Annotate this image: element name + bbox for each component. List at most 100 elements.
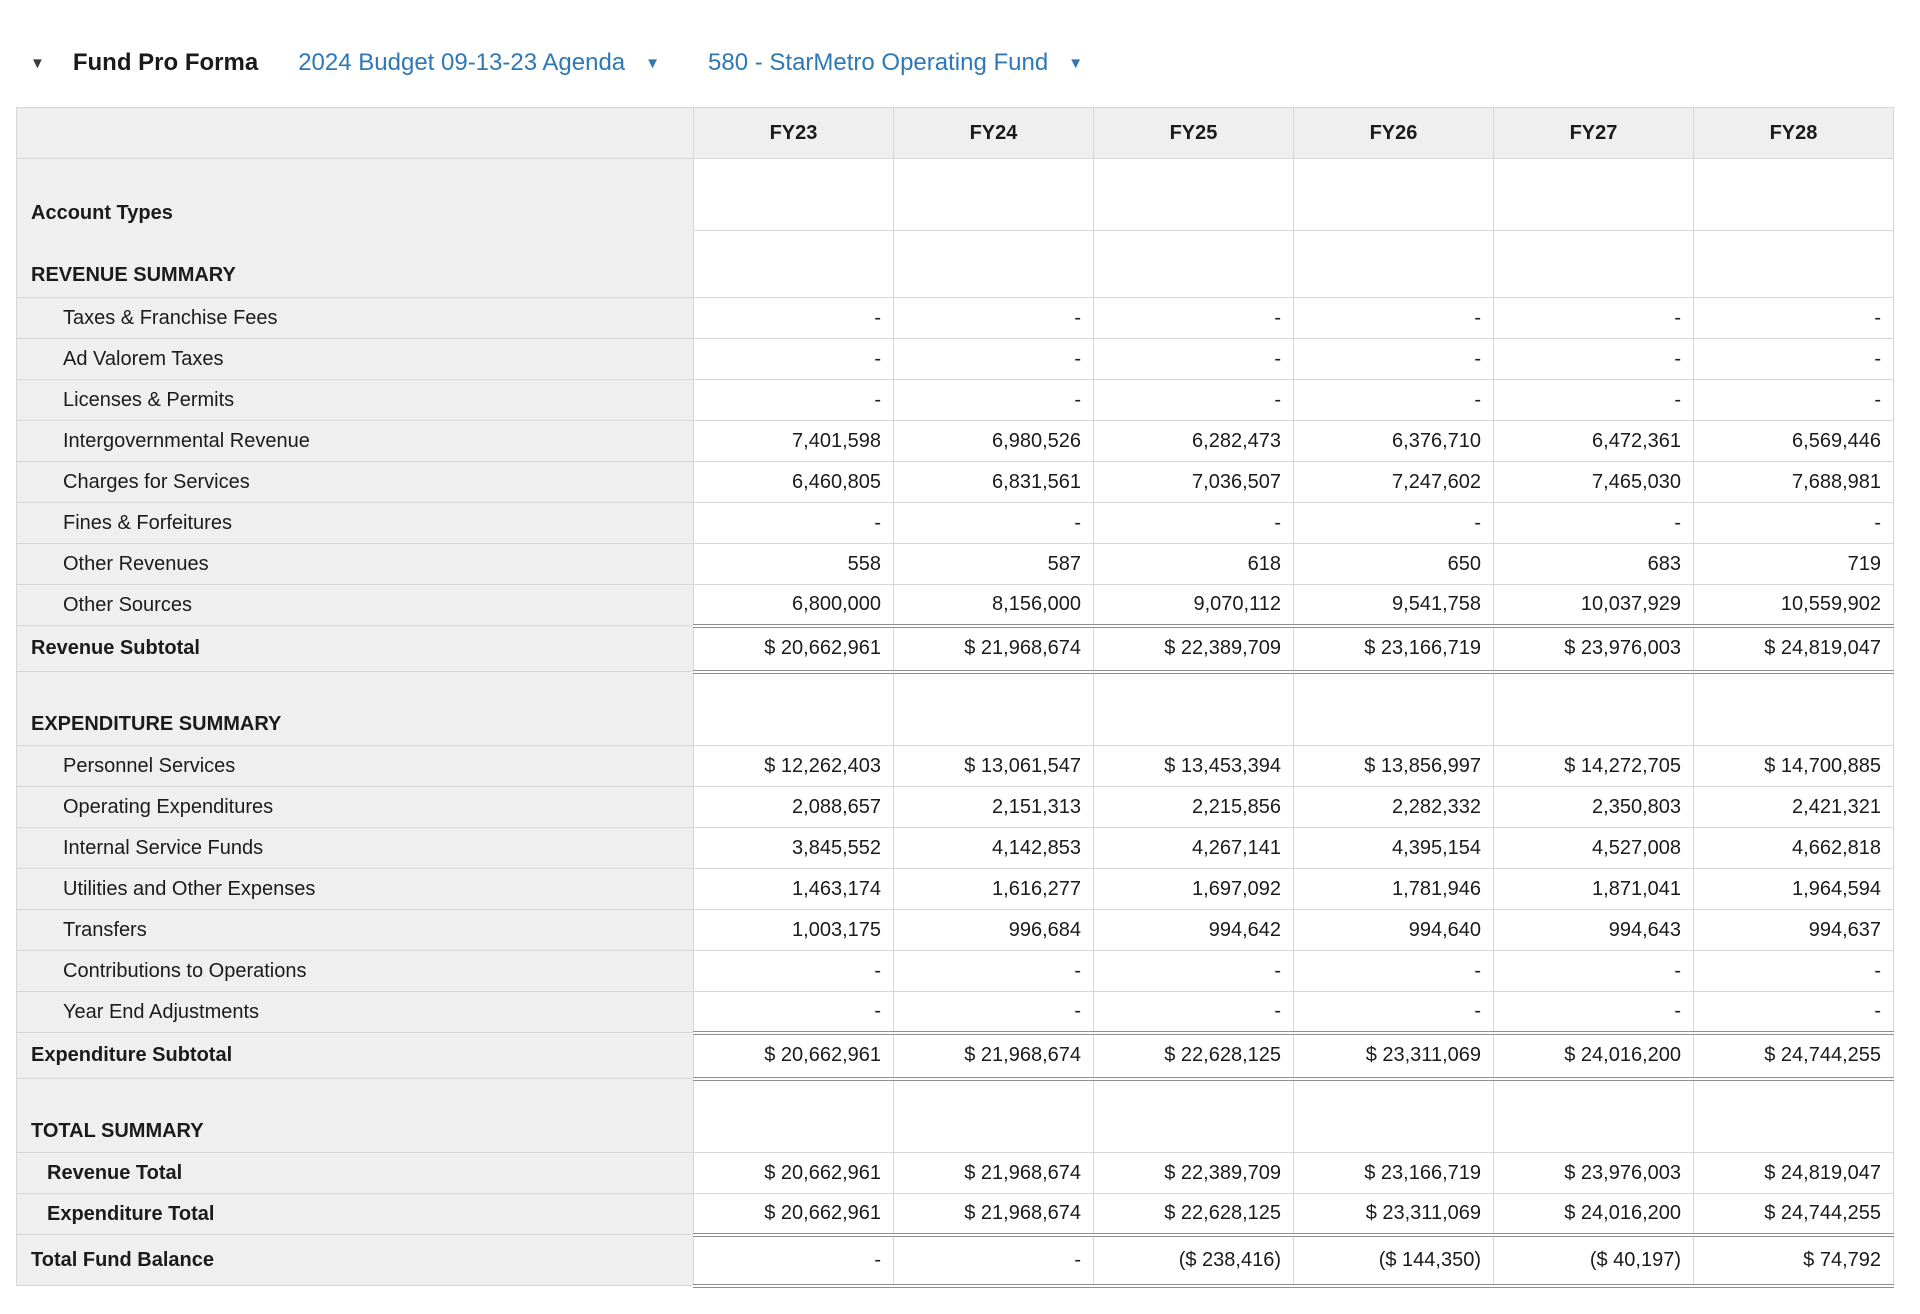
- column-header: FY25: [1094, 108, 1294, 159]
- budget-cycle-dropdown[interactable]: 2024 Budget 09-13-23 Agenda ▼: [298, 48, 660, 78]
- cell-value: [1094, 159, 1294, 231]
- row-label: Other Sources: [17, 585, 694, 626]
- cell-value: $ 21,968,674: [894, 1033, 1094, 1079]
- cell-value: -: [1294, 339, 1494, 380]
- cell-value: 2,088,657: [694, 787, 894, 828]
- row-label: Other Revenues: [17, 544, 694, 585]
- cell-value: $ 24,744,255: [1694, 1033, 1894, 1079]
- cell-value: $ 23,311,069: [1294, 1194, 1494, 1235]
- cell-value: $ 20,662,961: [694, 1194, 894, 1235]
- row-label: Personnel Services: [17, 746, 694, 787]
- cell-value: $ 21,968,674: [894, 626, 1094, 672]
- cell-value: 4,662,818: [1694, 828, 1894, 869]
- cell-value: 2,350,803: [1494, 787, 1694, 828]
- cell-value: $ 22,389,709: [1094, 1153, 1294, 1194]
- table-row: Revenue Total$ 20,662,961$ 21,968,674$ 2…: [17, 1153, 1894, 1194]
- cell-value: -: [694, 992, 894, 1033]
- cell-value: [1694, 1079, 1894, 1153]
- cell-value: -: [1294, 503, 1494, 544]
- cell-value: $ 22,628,125: [1094, 1194, 1294, 1235]
- cell-value: [1094, 1079, 1294, 1153]
- table-row: Utilities and Other Expenses1,463,1741,6…: [17, 869, 1894, 910]
- table-header-row: FY23 FY24 FY25 FY26 FY27 FY28: [17, 108, 1894, 159]
- table-row: Other Revenues558587618650683719: [17, 544, 1894, 585]
- fund-dropdown[interactable]: 580 - StarMetro Operating Fund ▼: [708, 48, 1083, 78]
- cell-value: [894, 231, 1094, 298]
- cell-value: $ 24,744,255: [1694, 1194, 1894, 1235]
- table-row: Intergovernmental Revenue7,401,5986,980,…: [17, 421, 1894, 462]
- cell-value: $ 23,976,003: [1494, 626, 1694, 672]
- row-label: Utilities and Other Expenses: [17, 869, 694, 910]
- row-label: REVENUE SUMMARY: [17, 231, 694, 298]
- cell-value: [1094, 231, 1294, 298]
- row-label: Taxes & Franchise Fees: [17, 298, 694, 339]
- row-label: Internal Service Funds: [17, 828, 694, 869]
- cell-value: -: [1694, 339, 1894, 380]
- cell-value: [1494, 159, 1694, 231]
- cell-value: [1294, 672, 1494, 746]
- cell-value: -: [894, 1235, 1094, 1286]
- cell-value: 1,871,041: [1494, 869, 1694, 910]
- cell-value: 8,156,000: [894, 585, 1094, 626]
- row-label: Licenses & Permits: [17, 380, 694, 421]
- cell-value: -: [694, 298, 894, 339]
- cell-value: 7,688,981: [1694, 462, 1894, 503]
- column-header: FY28: [1694, 108, 1894, 159]
- cell-value: -: [1494, 380, 1694, 421]
- cell-value: $ 74,792: [1694, 1235, 1894, 1286]
- cell-value: [1294, 1079, 1494, 1153]
- chevron-down-icon: ▼: [1068, 49, 1083, 79]
- cell-value: 587: [894, 544, 1094, 585]
- cell-value: 10,037,929: [1494, 585, 1694, 626]
- cell-value: [694, 1079, 894, 1153]
- row-label: Intergovernmental Revenue: [17, 421, 694, 462]
- cell-value: [894, 672, 1094, 746]
- cell-value: 1,697,092: [1094, 869, 1294, 910]
- cell-value: [1694, 231, 1894, 298]
- cell-value: -: [894, 992, 1094, 1033]
- table-row: Fines & Forfeitures------: [17, 503, 1894, 544]
- table-row: Expenditure Subtotal$ 20,662,961$ 21,968…: [17, 1033, 1894, 1079]
- column-header: FY26: [1294, 108, 1494, 159]
- cell-value: [894, 1079, 1094, 1153]
- table-row: Transfers1,003,175996,684994,642994,6409…: [17, 910, 1894, 951]
- column-header: FY27: [1494, 108, 1694, 159]
- cell-value: 7,036,507: [1094, 462, 1294, 503]
- row-label: Expenditure Subtotal: [17, 1033, 694, 1079]
- cell-value: $ 24,819,047: [1694, 626, 1894, 672]
- row-label: Operating Expenditures: [17, 787, 694, 828]
- collapse-icon[interactable]: ▼: [30, 56, 45, 71]
- cell-value: 9,070,112: [1094, 585, 1294, 626]
- chevron-down-icon: ▼: [645, 49, 660, 79]
- cell-value: $ 20,662,961: [694, 1033, 894, 1079]
- cell-value: [1494, 231, 1694, 298]
- cell-value: 6,472,361: [1494, 421, 1694, 462]
- column-header-blank: [17, 108, 694, 159]
- table-row: Expenditure Total$ 20,662,961$ 21,968,67…: [17, 1194, 1894, 1235]
- cell-value: 994,637: [1694, 910, 1894, 951]
- table-row: Revenue Subtotal$ 20,662,961$ 21,968,674…: [17, 626, 1894, 672]
- cell-value: $ 13,061,547: [894, 746, 1094, 787]
- table-row: Total Fund Balance--($ 238,416)($ 144,35…: [17, 1235, 1894, 1286]
- cell-value: 4,142,853: [894, 828, 1094, 869]
- cell-value: [894, 159, 1094, 231]
- cell-value: -: [1094, 380, 1294, 421]
- cell-value: 1,003,175: [694, 910, 894, 951]
- cell-value: -: [694, 503, 894, 544]
- page-title: Fund Pro Forma: [73, 48, 258, 78]
- cell-value: $ 24,819,047: [1694, 1153, 1894, 1194]
- table-row: Licenses & Permits------: [17, 380, 1894, 421]
- cell-value: -: [1494, 339, 1694, 380]
- cell-value: -: [1494, 992, 1694, 1033]
- cell-value: 4,267,141: [1094, 828, 1294, 869]
- cell-value: -: [894, 503, 1094, 544]
- cell-value: [1694, 672, 1894, 746]
- cell-value: 6,569,446: [1694, 421, 1894, 462]
- cell-value: [694, 672, 894, 746]
- cell-value: -: [1294, 951, 1494, 992]
- cell-value: $ 24,016,200: [1494, 1194, 1694, 1235]
- cell-value: 6,376,710: [1294, 421, 1494, 462]
- cell-value: [1294, 231, 1494, 298]
- row-label: Year End Adjustments: [17, 992, 694, 1033]
- cell-value: 4,395,154: [1294, 828, 1494, 869]
